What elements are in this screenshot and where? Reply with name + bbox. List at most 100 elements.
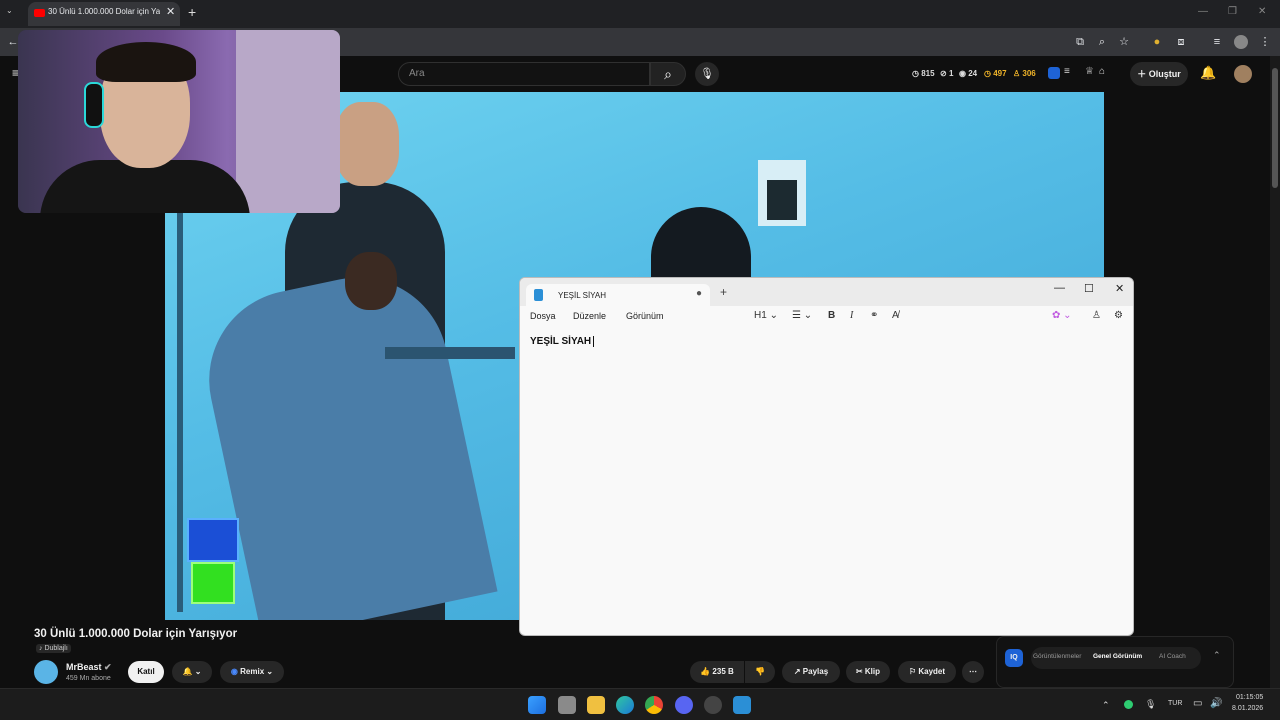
verified-icon: ✔ [104,662,112,672]
channel-name[interactable]: MrBeast ✔ [66,662,112,673]
discord-icon[interactable] [675,696,693,714]
menu-edit[interactable]: Düzenle [573,311,606,321]
search-input[interactable]: Ara [398,62,650,86]
browser-tab-active[interactable]: 30 Ünlü 1.000.000 Dolar için Ya ✕ [28,2,180,26]
iq-tab-ai-coach[interactable]: AI Coach [1159,653,1186,660]
clock-date[interactable]: 8.01.2026 [1232,705,1263,712]
task-view-icon[interactable] [558,696,576,714]
tray-chevron-icon[interactable]: ⌃ [1102,700,1110,711]
tab-search-chevron-icon[interactable]: ⌄ [6,6,13,15]
italic-icon[interactable]: I [850,310,853,321]
menu-file[interactable]: Dosya [530,311,556,321]
chevron-down-icon: ⌄ [194,667,202,676]
new-tab-button[interactable]: + [188,4,196,20]
video-scene-table [385,347,515,359]
window-minimize-icon[interactable]: — [1198,6,1208,17]
notepad-new-tab-button[interactable]: + [720,285,727,299]
windows-taskbar: ⌃ 🎙 TUR ▭ 🔊 01:15:05 8.01.2026 [0,688,1280,720]
webcam-streamer-hair [96,42,196,82]
bookmark-star-icon[interactable]: ☆ [1117,35,1131,49]
tag-icon[interactable]: ⌂ [1099,66,1105,77]
scissors-icon: ✂ [855,667,863,676]
profile-avatar-icon[interactable] [1234,35,1248,49]
trophy-icon[interactable]: ♕ [1085,66,1094,77]
bold-icon[interactable]: B [828,310,835,321]
video-scene-head-host [335,102,399,186]
extensions-puzzle-icon[interactable]: ⧈ [1174,35,1188,49]
collapse-chevron-icon[interactable]: ⌃ [1213,650,1221,661]
iq-tab-views[interactable]: Görüntülenmeler [1033,653,1081,660]
notepad-tab[interactable]: YEŞİL SİYAH ● [526,284,710,306]
create-label: Oluştur [1148,69,1181,79]
unsaved-dot-icon[interactable]: ● [696,288,702,299]
start-windows-icon[interactable] [528,696,546,714]
save-button[interactable]: ⚐ Kaydet [898,661,956,683]
clear-formatting-icon[interactable]: A̸ [892,310,899,321]
subscriber-count: 459 Mn abone [66,675,111,682]
tab-search-icon[interactable]: ≡ [1210,35,1224,49]
notepad-close-icon[interactable]: ✕ [1115,282,1124,295]
page-scrollbar[interactable] [1270,56,1280,688]
tray-mic-icon[interactable]: 🎙 [1145,699,1156,710]
iq-panel: IQ Görüntülenmeler Genel Görünüm AI Coac… [996,636,1234,688]
input-language[interactable]: TUR [1168,700,1182,707]
headset-icon [84,82,104,128]
notepad-minimize-icon[interactable]: — [1054,282,1065,294]
subscribe-bell-button[interactable]: 🔔 ⌄ [172,661,212,683]
window-restore-icon[interactable]: ❐ [1228,6,1237,17]
volume-icon[interactable]: 🔊 [1210,698,1222,709]
plus-icon: ＋ [1137,69,1147,79]
remix-button[interactable]: ◉ Remix ⌄ [220,661,284,683]
chrome-menu-icon[interactable]: ⋮ [1258,35,1272,49]
like-button[interactable]: 👍 235 B [690,661,744,683]
notepad-taskbar-icon[interactable] [733,696,751,714]
dislike-button[interactable]: 👎 [745,661,775,683]
notifications-bell-icon[interactable]: 🔔 [1200,65,1216,81]
notepad-text: YEŞİL SİYAH [530,336,592,348]
list-icon[interactable]: ≡ [1064,66,1070,77]
video-scene-frame-inner [767,180,797,220]
stat-users: ♙ 306 [1013,69,1036,78]
notepad-app-icon [534,289,543,301]
more-dots-icon: ⋯ [969,667,977,676]
share-button[interactable]: ↗ Paylaş [782,661,840,683]
heading-dropdown[interactable]: H1 ⌄ [754,310,778,321]
scrollbar-thumb[interactable] [1272,68,1278,188]
menu-view[interactable]: Görünüm [626,311,664,321]
status-dot-icon[interactable] [1124,700,1133,709]
window-close-icon[interactable]: ✕ [1258,6,1266,17]
link-icon[interactable]: ⚭ [870,310,878,321]
list-dropdown-icon[interactable]: ☰ ⌄ [792,310,812,321]
notepad-window[interactable]: YEŞİL SİYAH ● + — ☐ ✕ Dosya Düzenle Görü… [519,277,1134,636]
microphone-icon: 🎙 [700,68,714,80]
notepad-maximize-icon[interactable]: ☐ [1084,282,1094,295]
iq-tab-overview[interactable]: Genel Görünüm [1093,653,1142,660]
join-button[interactable]: Katıl [128,661,164,683]
video-title: 30 Ünlü 1.000.000 Dolar için Yarışıyor [34,628,238,640]
account-avatar[interactable] [1234,65,1252,83]
edge-browser-icon[interactable] [616,696,634,714]
create-button[interactable]: ＋ Oluştur [1130,62,1188,86]
more-actions-button[interactable]: ⋯ [962,661,984,683]
extension-color-icon[interactable]: ● [1150,35,1164,49]
channel-avatar[interactable] [34,660,58,684]
tab-close-icon[interactable]: ✕ [166,5,175,18]
account-icon[interactable]: ♙ [1092,310,1101,321]
dubbed-badge: ♪ Dublajlı [36,644,71,653]
webcam-overlay [18,30,340,213]
install-app-icon[interactable]: ⧉ [1073,35,1087,49]
settings-gear-icon[interactable]: ⚙ [1114,310,1123,321]
clock-time[interactable]: 01:15:05 [1236,694,1263,701]
obs-icon[interactable] [704,696,722,714]
clip-button[interactable]: ✂ Klip [846,661,890,683]
search-button[interactable]: ⌕ [650,62,686,86]
webcam-door [236,30,340,213]
voice-search-button[interactable]: 🎙 [695,62,719,86]
display-icon[interactable]: ▭ [1193,698,1202,709]
notepad-text-area[interactable]: YEŞİL SİYAH [530,336,595,348]
zoom-icon[interactable]: ⌕ [1095,35,1109,49]
iq-extension-icon[interactable] [1048,67,1060,79]
chrome-icon[interactable] [645,696,663,714]
copilot-icon[interactable]: ✿ ⌄ [1052,310,1072,321]
file-explorer-icon[interactable] [587,696,605,714]
